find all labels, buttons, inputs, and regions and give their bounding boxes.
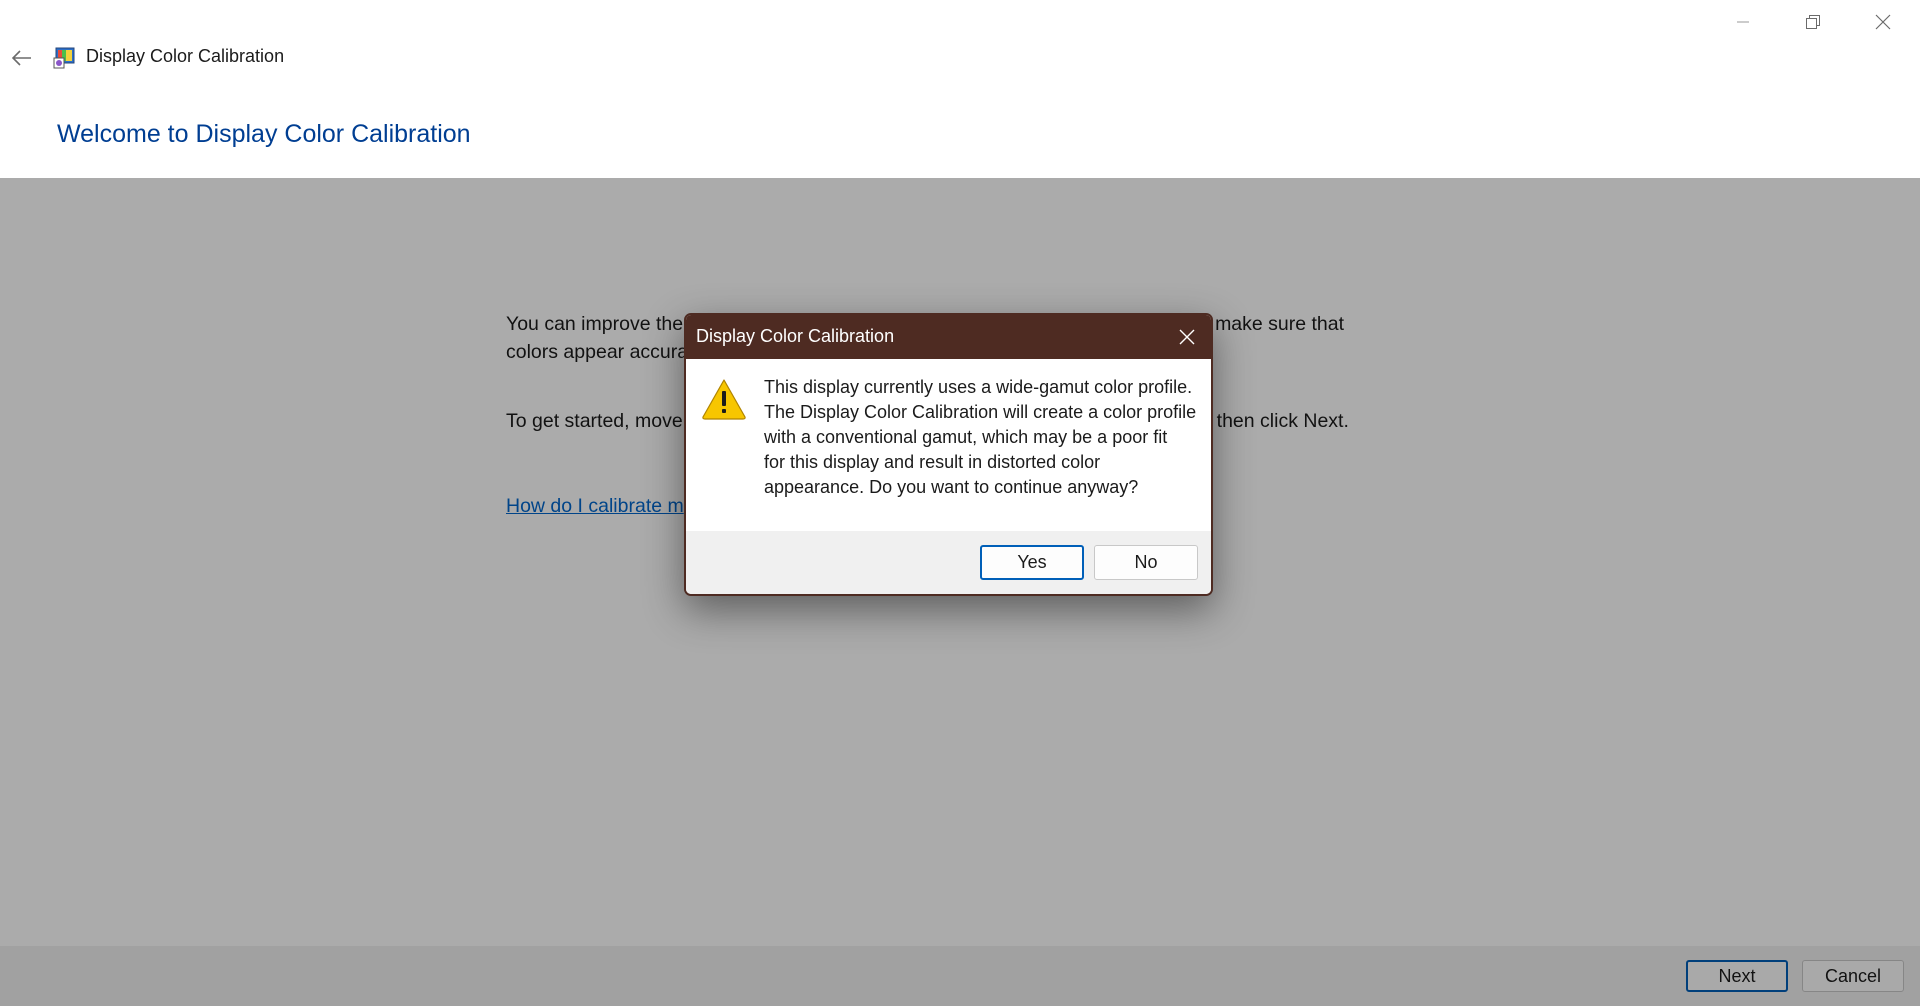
- dialog-message: This display currently uses a wide-gamut…: [764, 375, 1204, 500]
- no-button[interactable]: No: [1094, 545, 1198, 580]
- restore-icon: [1806, 15, 1820, 29]
- page-title: Welcome to Display Color Calibration: [57, 120, 471, 148]
- page-header: Welcome to Display Color Calibration: [0, 110, 1920, 178]
- dialog-footer: Yes No: [686, 531, 1211, 594]
- app-title: Display Color Calibration: [86, 46, 285, 66]
- back-button[interactable]: [8, 44, 36, 72]
- message-line: appearance. Do you want to continue anyw…: [764, 477, 1139, 497]
- message-line: This display currently uses a wide-gamut…: [764, 377, 1193, 397]
- close-icon: [1875, 14, 1891, 30]
- minimize-button[interactable]: [1708, 0, 1778, 44]
- message-line: The Display Color Calibration will creat…: [764, 402, 1197, 422]
- message-line: for this display and result in distorted…: [764, 452, 1101, 472]
- arrow-left-icon: [12, 50, 31, 66]
- display-calibration-app-icon: [53, 47, 75, 69]
- warning-dialog: Display Color Calibration This display c…: [684, 313, 1213, 596]
- warning-icon: [702, 379, 746, 420]
- restore-button[interactable]: [1778, 0, 1848, 44]
- message-line: with a conventional gamut, which may be …: [764, 427, 1168, 447]
- title-bar: Display Color Calibration: [0, 0, 1920, 110]
- yes-button[interactable]: Yes: [980, 545, 1084, 580]
- minimize-icon: [1737, 21, 1749, 23]
- close-button[interactable]: [1848, 0, 1918, 44]
- dialog-title-bar: Display Color Calibration: [686, 315, 1211, 359]
- dialog-title: Display Color Calibration: [696, 326, 895, 346]
- close-icon: [1179, 329, 1195, 345]
- dialog-body: This display currently uses a wide-gamut…: [686, 359, 1211, 531]
- calibration-window: Display Color Calibration Welcome to Dis…: [0, 0, 1920, 1006]
- dialog-close-button[interactable]: [1163, 315, 1211, 359]
